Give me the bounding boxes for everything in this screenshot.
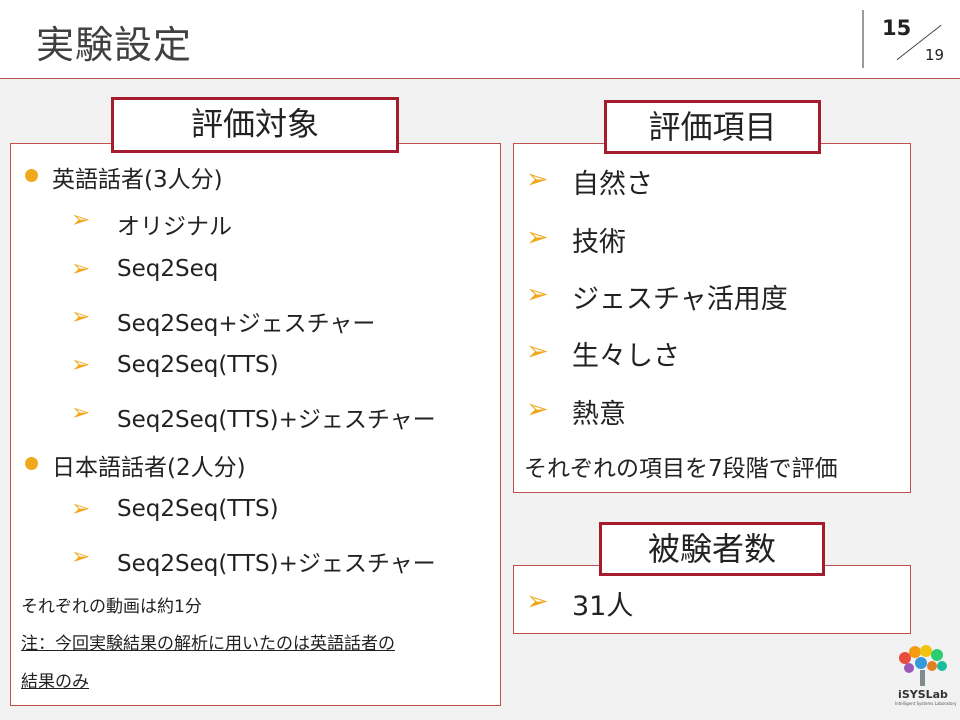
- note-analysis-line2: 結果のみ: [21, 672, 89, 692]
- arrow-bullet-icon: ➢: [526, 336, 549, 367]
- arrow-bullet-icon: ➢: [71, 496, 91, 522]
- arrow-bullet-icon: ➢: [71, 304, 91, 330]
- bullet-dot-icon: [25, 169, 38, 182]
- criteria-note: それぞれの項目を7段階で評価: [524, 456, 838, 482]
- list-item: Seq2Seq(TTS): [117, 352, 279, 378]
- header-divider: [862, 10, 864, 68]
- slide-title: 実験設定: [36, 23, 193, 67]
- criteria-item: 熱意: [572, 399, 626, 430]
- logo-tree-icon: [899, 645, 947, 686]
- lab-logo: iSYSLab Intelligent Systems Laboratory: [895, 644, 957, 710]
- arrow-bullet-icon: ➢: [526, 586, 549, 617]
- bullet-dot-icon: [25, 457, 38, 470]
- subjects-count: 31人: [572, 591, 634, 622]
- list-item: オリジナル: [117, 214, 232, 240]
- list-item: Seq2Seq: [117, 256, 219, 282]
- arrow-bullet-icon: ➢: [71, 207, 91, 233]
- criteria-label: 評価項目: [604, 100, 821, 154]
- criteria-item: ジェスチャ活用度: [572, 284, 788, 315]
- arrow-bullet-icon: ➢: [71, 352, 91, 378]
- arrow-bullet-icon: ➢: [71, 544, 91, 570]
- criteria-item: 生々しさ: [572, 341, 680, 372]
- page-number-total: 19: [925, 46, 945, 64]
- logo-subtext: Intelligent Systems Laboratory: [895, 701, 957, 706]
- arrow-bullet-icon: ➢: [71, 256, 91, 282]
- criteria-item: 自然さ: [572, 169, 653, 200]
- targets-label: 評価対象: [111, 97, 399, 153]
- arrow-bullet-icon: ➢: [526, 164, 549, 195]
- note-analysis-line1: 注：今回実験結果の解析に用いたのは英語話者の: [21, 634, 395, 654]
- logo-text: iSYSLab: [898, 688, 948, 701]
- arrow-bullet-icon: ➢: [526, 394, 549, 425]
- list-item: Seq2Seq(TTS)+ジェスチャー: [117, 551, 436, 577]
- slide-header: 実験設定 15 19: [0, 0, 960, 79]
- group-header-english: 英語話者(3人分): [52, 167, 223, 193]
- page-number-current: 15: [882, 16, 912, 40]
- arrow-bullet-icon: ➢: [71, 400, 91, 426]
- subjects-label: 被験者数: [599, 522, 825, 576]
- list-item: Seq2Seq+ジェスチャー: [117, 311, 376, 337]
- list-item: Seq2Seq(TTS): [117, 496, 279, 522]
- criteria-panel: ➢ 自然さ ➢ 技術 ➢ ジェスチャ活用度 ➢ 生々しさ ➢ 熱意 それぞれの項…: [513, 143, 911, 493]
- note-duration: それぞれの動画は約1分: [21, 597, 202, 617]
- arrow-bullet-icon: ➢: [526, 279, 549, 310]
- group-header-japanese: 日本語話者(2人分): [52, 455, 246, 481]
- arrow-bullet-icon: ➢: [526, 222, 549, 253]
- criteria-item: 技術: [572, 227, 626, 258]
- list-item: Seq2Seq(TTS)+ジェスチャー: [117, 407, 436, 433]
- targets-panel: 英語話者(3人分) ➢ オリジナル ➢ Seq2Seq ➢ Seq2Seq+ジェ…: [10, 143, 501, 706]
